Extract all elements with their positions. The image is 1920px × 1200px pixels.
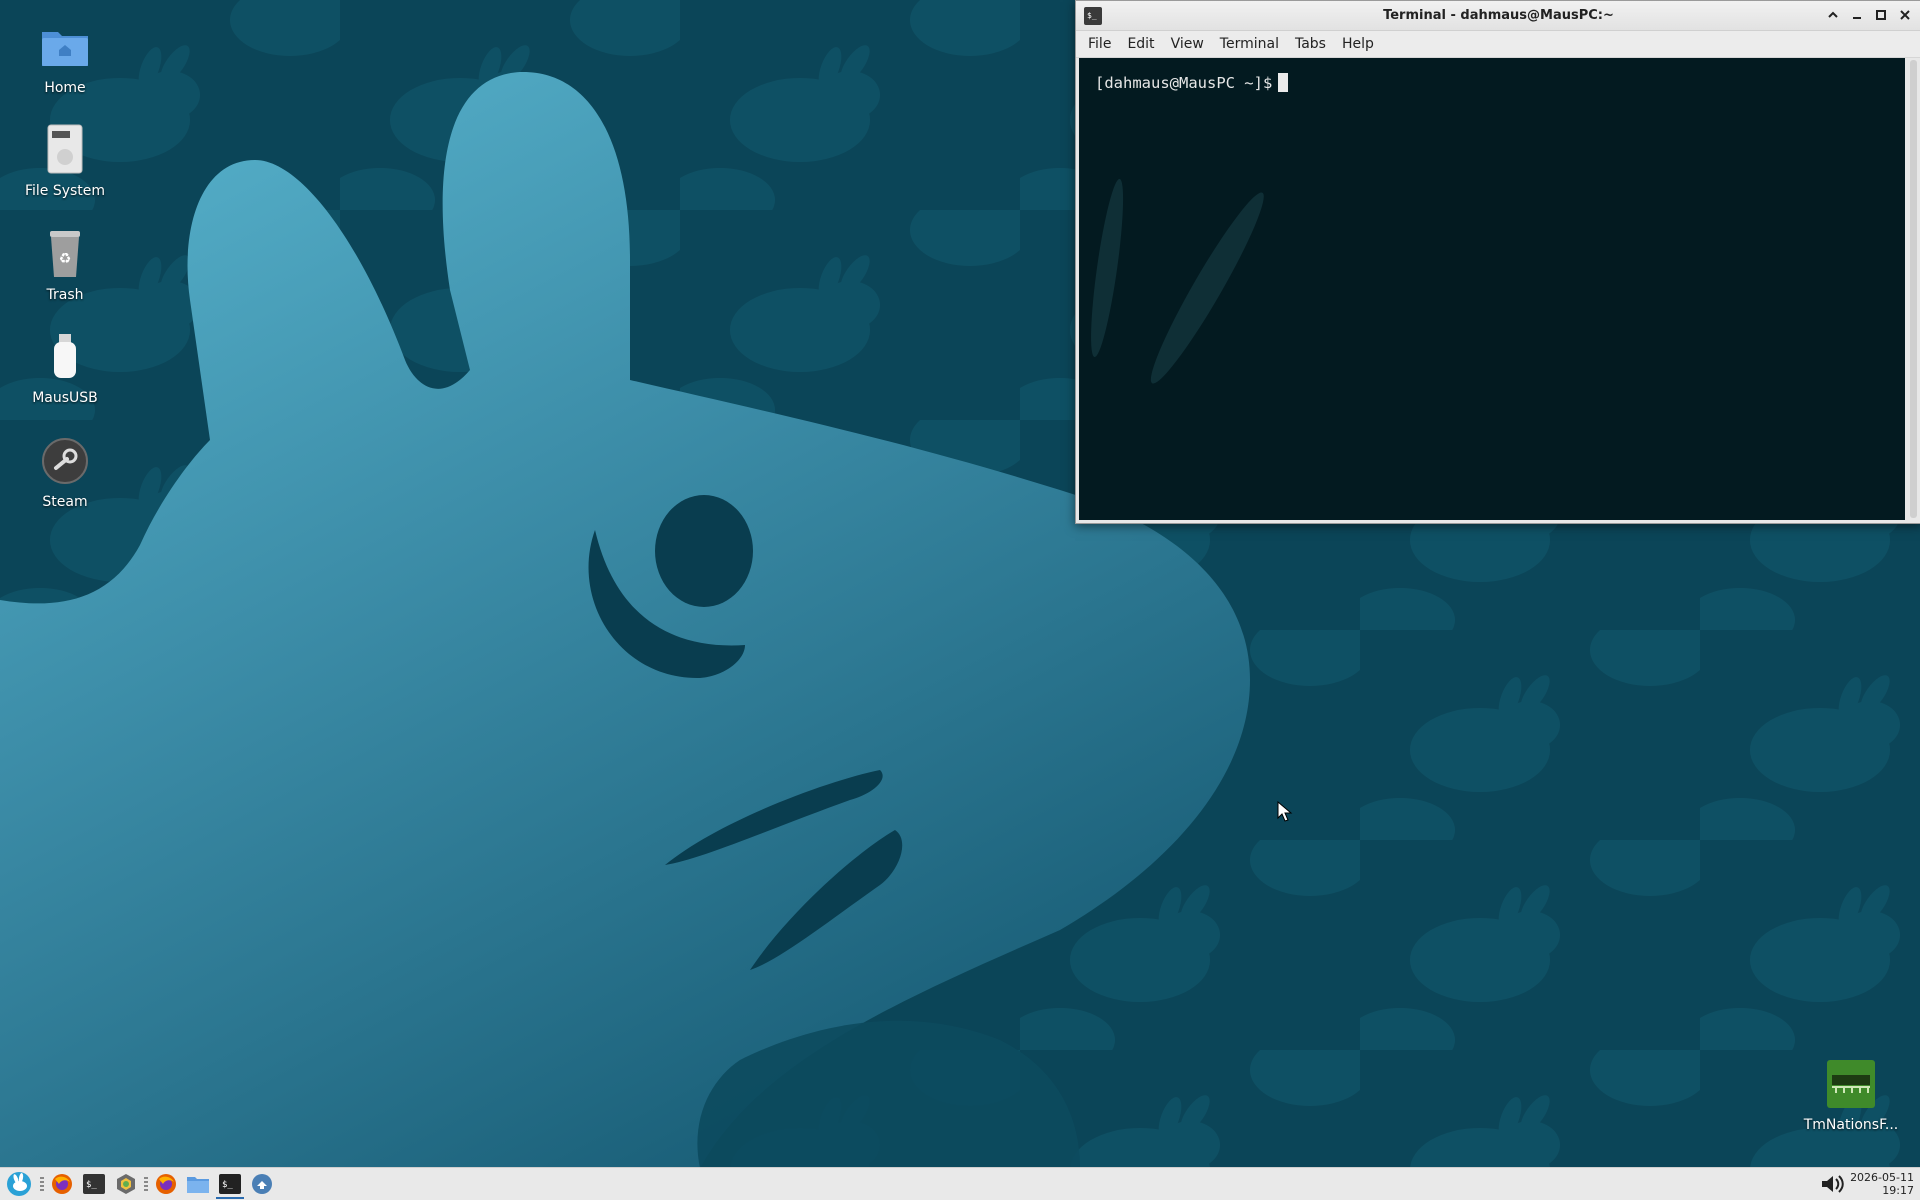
volume-icon[interactable] [1820,1173,1844,1195]
taskbar-launcher-terminal[interactable]: $_ [78,1169,110,1199]
start-menu-icon [7,1172,31,1196]
clock[interactable]: 2026-05-11 19:17 [1850,1171,1914,1197]
menu-terminal[interactable]: Terminal [1212,36,1287,52]
taskbar-separator [144,1177,148,1191]
desktop-icon-label: TmNationsF... [1803,1117,1899,1133]
menu-view[interactable]: View [1163,36,1212,52]
taskbar-window-terminal[interactable]: $_ [214,1169,246,1199]
chevron-up-icon [1828,11,1838,18]
minimize-button[interactable] [1847,5,1867,25]
firefox-icon [156,1174,176,1194]
terminal-app-icon: $_ [1084,6,1102,25]
menu-tabs[interactable]: Tabs [1287,36,1334,52]
desktop-icon-file-system[interactable]: File System [10,123,120,199]
usb-drive-icon [54,334,76,378]
svg-text:$_: $_ [1087,11,1097,20]
home-folder-icon [42,32,88,66]
taskbar-window-file-manager[interactable] [182,1169,214,1199]
maximize-button[interactable] [1871,5,1891,25]
menu-file[interactable]: File [1080,36,1119,52]
maximize-icon [1876,10,1886,20]
taskbar-window-screenshot[interactable] [246,1169,278,1199]
minimize-icon [1853,17,1861,19]
clock-date: 2026-05-11 [1850,1171,1914,1184]
desktop-icon-steam[interactable]: Steam [10,434,120,510]
taskbar: $_ $_ 2026-05-11 19:17 [0,1167,1920,1200]
terminal-titlebar[interactable]: $_ Terminal - dahmaus@MausPC:~ [1076,1,1920,31]
menu-help[interactable]: Help [1334,36,1382,52]
terminal-prompt-line: [dahmaus@MausPC ~]$ [1095,73,1289,92]
desktop-icon-tmnations[interactable]: TmNationsF... [1796,1057,1906,1133]
desktop-icon-label: Steam [42,494,88,510]
mouse-pointer-icon [1277,801,1293,822]
close-button[interactable] [1895,5,1915,25]
terminal-title: Terminal - dahmaus@MausPC:~ [1383,8,1614,23]
terminal-window[interactable]: $_ Terminal - dahmaus@MausPC:~ File Edit… [1075,0,1920,524]
terminal-icon: $_ [219,1174,241,1194]
text-cursor [1278,73,1289,92]
desktop-icon-label: MausUSB [32,390,98,406]
taskbar-launcher-firefox[interactable] [46,1169,78,1199]
svg-text:♻: ♻ [59,251,72,267]
taskbar-launcher-settings[interactable] [110,1169,142,1199]
terminal-prompt: [dahmaus@MausPC ~]$ [1095,74,1273,92]
taskbar-window-firefox[interactable] [150,1169,182,1199]
terminal-scrollbar[interactable] [1908,58,1919,520]
desktop-icon-label: File System [24,183,106,199]
start-menu-button[interactable] [0,1169,38,1199]
firefox-icon [52,1174,72,1194]
desktop-icon-home[interactable]: Home [10,20,120,96]
svg-text:$_: $_ [222,1180,233,1190]
trash-icon: ♻ [50,231,80,277]
svg-text:$_: $_ [86,1180,97,1190]
terminal-icon: $_ [83,1174,105,1194]
desktop-icon-maususb[interactable]: MausUSB [10,330,120,406]
drive-icon [47,124,83,174]
close-icon [1900,10,1910,20]
shade-window-button[interactable] [1823,5,1843,25]
desktop-icon-label: Trash [46,287,84,303]
desktop-icon-label: Home [44,80,86,96]
terminal-menubar: File Edit View Terminal Tabs Help [1076,31,1920,58]
terminal-output[interactable]: [dahmaus@MausPC ~]$ [1079,58,1905,520]
steam-icon [42,438,88,484]
menu-edit[interactable]: Edit [1119,36,1162,52]
tmnations-game-icon [1827,1060,1875,1108]
desktop-icon-trash[interactable]: ♻ Trash [10,227,120,303]
settings-icon [117,1174,135,1194]
taskbar-separator [40,1177,44,1191]
clock-time: 19:17 [1882,1184,1914,1197]
scrollbar-thumb[interactable] [1910,60,1917,518]
file-manager-icon [187,1177,209,1193]
screenshot-icon [252,1174,272,1194]
terminal-background [1091,178,1264,384]
